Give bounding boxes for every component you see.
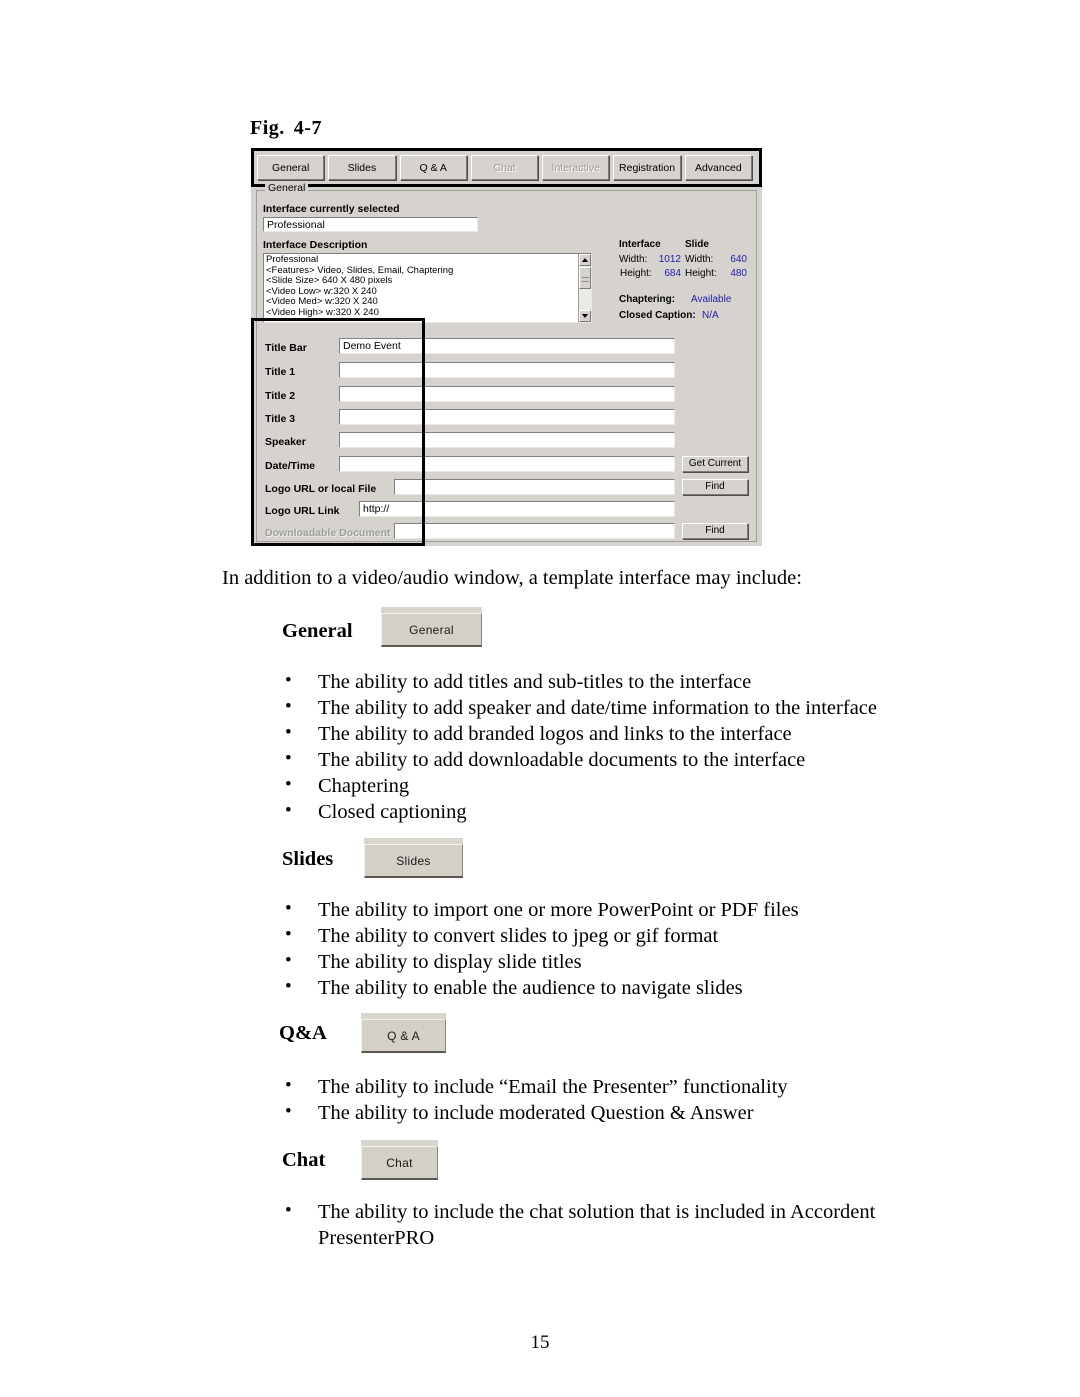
closed-caption-label: Closed Caption:: [619, 310, 696, 321]
bullet-list-slides: The ability to import one or more PowerP…: [285, 896, 925, 1001]
application-screenshot: General Slides Q & A Chat Interactive Re…: [251, 148, 762, 546]
speaker-label: Speaker: [265, 436, 306, 448]
tab-general[interactable]: General: [257, 155, 325, 180]
title1-input[interactable]: [339, 362, 675, 378]
logo-find-button[interactable]: Find: [682, 479, 748, 495]
inline-button-chat-label: Chat: [361, 1146, 438, 1180]
chaptering-label: Chaptering:: [619, 294, 676, 305]
list-item: The ability to convert slides to jpeg or…: [285, 922, 925, 949]
info-slide-header: Slide: [685, 239, 709, 250]
title2-label: Title 2: [265, 390, 296, 402]
scroll-up-icon[interactable]: [579, 254, 591, 266]
downloadable-find-button[interactable]: Find: [682, 523, 748, 539]
interface-selected-input[interactable]: Professional: [263, 217, 478, 232]
info-interface-height-label: Height:: [620, 268, 652, 279]
info-slide-height-value: 480: [730, 268, 747, 279]
list-item: The ability to include “Email the Presen…: [285, 1073, 925, 1100]
logo-url-input[interactable]: [394, 479, 675, 495]
list-item: The ability to add titles and sub-titles…: [285, 668, 925, 695]
datetime-label: Date/Time: [265, 460, 315, 472]
info-interface-width-value: 1012: [658, 254, 681, 265]
tab-registration[interactable]: Registration: [613, 155, 681, 180]
inline-button-slides-label: Slides: [364, 844, 463, 878]
section-heading-slides: Slides: [282, 848, 334, 870]
interface-description-box[interactable]: Professional <Features> Video, Slides, E…: [263, 253, 592, 323]
logo-url-label: Logo URL or local File: [265, 483, 377, 495]
description-line: <Video High> w:320 X 240: [266, 306, 379, 318]
figure-caption-number: 4-7: [293, 117, 322, 139]
title-bar-label: Title Bar: [265, 342, 307, 354]
list-item: The ability to include the chat solution…: [285, 1198, 910, 1251]
info-slide-width-value: 640: [730, 254, 747, 265]
bullet-list-general: The ability to add titles and sub-titles…: [285, 668, 925, 825]
bullet-list-qa: The ability to include “Email the Presen…: [285, 1073, 925, 1126]
scroll-down-icon[interactable]: [579, 310, 591, 322]
list-item: Chaptering: [285, 772, 925, 799]
list-item: The ability to display slide titles: [285, 948, 925, 975]
section-heading-general: General: [282, 620, 353, 642]
title-bar-input[interactable]: Demo Event: [339, 338, 675, 354]
general-group-box: General Interface currently selected Pro…: [256, 183, 757, 546]
info-interface-height-value: 684: [664, 268, 681, 279]
logo-link-input[interactable]: http://: [359, 501, 675, 517]
tab-slides[interactable]: Slides: [328, 155, 396, 180]
downloadable-document-label: Downloadable Document: [265, 527, 391, 539]
bullet-list-chat: The ability to include the chat solution…: [285, 1198, 910, 1251]
list-item: The ability to include moderated Questio…: [285, 1099, 925, 1126]
closed-caption-value: N/A: [702, 310, 719, 321]
interface-description-label: Interface Description: [263, 239, 368, 251]
section-heading-chat: Chat: [282, 1149, 326, 1171]
page-number: 15: [530, 1332, 550, 1353]
list-item: The ability to add downloadable document…: [285, 746, 925, 773]
intro-paragraph: In addition to a video/audio window, a t…: [222, 567, 802, 589]
description-line: Professional: [266, 254, 319, 265]
info-slide-width-label: Width:: [685, 254, 714, 265]
get-current-button[interactable]: Get Current: [682, 456, 748, 472]
tab-chat: Chat: [470, 155, 539, 180]
interface-selected-label: Interface currently selected: [263, 203, 400, 215]
tab-bar: General Slides Q & A Chat Interactive Re…: [251, 148, 762, 187]
info-interface-header: Interface: [619, 239, 661, 250]
section-heading-qa: Q&A: [279, 1022, 327, 1044]
inline-button-chat[interactable]: Chat: [361, 1140, 438, 1180]
group-box-legend: General: [265, 183, 309, 194]
title2-input[interactable]: [339, 386, 675, 402]
title3-input[interactable]: [339, 409, 675, 425]
list-item: The ability to add speaker and date/time…: [285, 694, 925, 721]
inline-button-qa-label: Q & A: [361, 1019, 446, 1053]
inline-button-general[interactable]: General: [381, 607, 482, 647]
tab-interactive: Interactive: [542, 155, 610, 180]
downloadable-document-input: [394, 523, 675, 539]
list-item: The ability to add branded logos and lin…: [285, 720, 925, 747]
scrollbar-thumb[interactable]: [579, 267, 591, 289]
info-interface-width-label: Width:: [619, 254, 648, 265]
tab-qa[interactable]: Q & A: [399, 155, 467, 180]
chaptering-value: Available: [691, 294, 732, 305]
inline-button-qa[interactable]: Q & A: [361, 1013, 446, 1053]
info-slide-height-label: Height:: [685, 268, 717, 279]
figure-caption-prefix: Fig.: [250, 117, 285, 139]
downloadable-document-hint: Enter URL or local file location: [265, 541, 406, 546]
title3-label: Title 3: [265, 413, 296, 425]
list-item: The ability to enable the audience to na…: [285, 974, 925, 1001]
logo-link-label: Logo URL Link: [265, 505, 340, 517]
tab-advanced[interactable]: Advanced: [684, 155, 752, 180]
document-page: Fig. 4-7 General Slides Q & A Chat Intera…: [0, 0, 1080, 1397]
inline-button-general-label: General: [381, 613, 482, 647]
list-item: Closed captioning: [285, 798, 925, 825]
description-scrollbar[interactable]: [578, 254, 591, 322]
figure-caption: Fig. 4-7: [250, 117, 322, 140]
title1-label: Title 1: [265, 366, 296, 378]
list-item: The ability to import one or more PowerP…: [285, 896, 925, 923]
datetime-input[interactable]: [339, 456, 675, 472]
speaker-input[interactable]: [339, 432, 675, 448]
inline-button-slides[interactable]: Slides: [364, 838, 463, 878]
interface-description-text: Professional <Features> Video, Slides, E…: [264, 254, 591, 319]
